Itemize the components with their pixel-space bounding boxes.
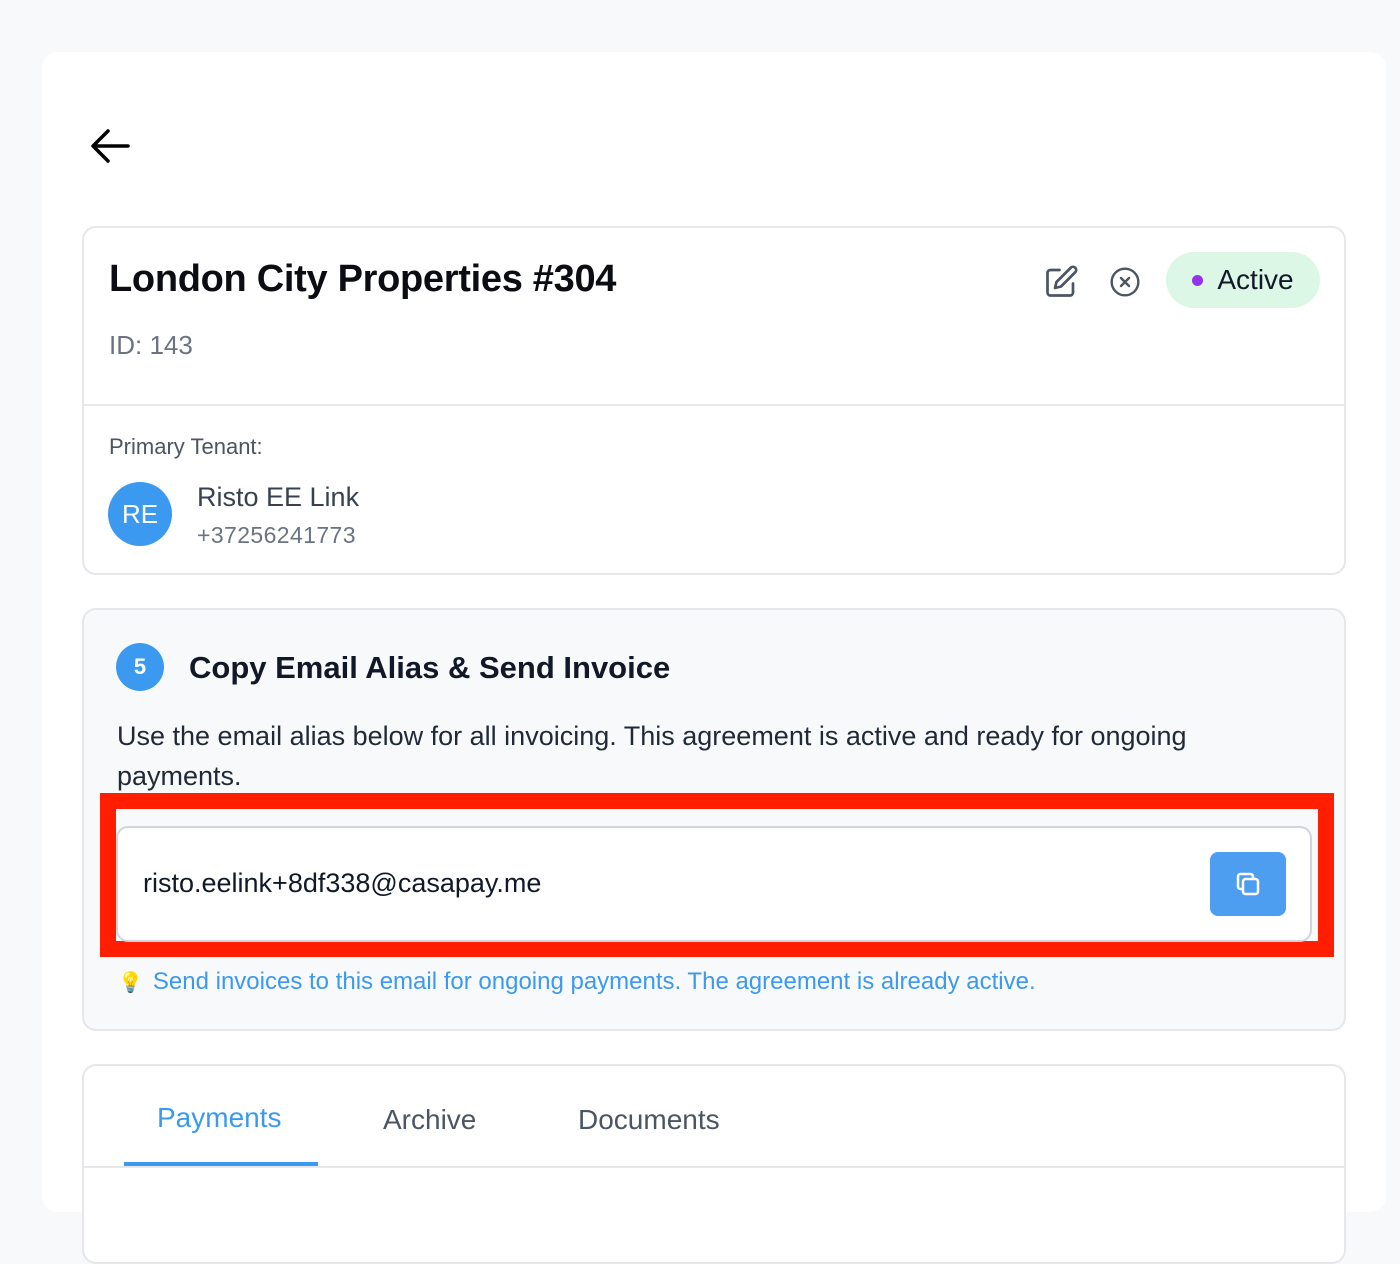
- tenant-phone: +37256241773: [197, 522, 356, 548]
- tab-documents[interactable]: Documents: [578, 1104, 720, 1136]
- copy-icon: [1236, 872, 1260, 896]
- email-alias-field[interactable]: risto.eelink+8df338@casapay.me: [116, 826, 1312, 942]
- arrow-left-icon: [91, 129, 130, 163]
- primary-tenant-label: Primary Tenant:: [109, 434, 263, 459]
- record-id: ID: 143: [109, 330, 193, 360]
- status-dot: [1192, 274, 1204, 286]
- hint-text: Send invoices to this email for ongoing …: [152, 968, 1036, 995]
- tab-archive[interactable]: Archive: [383, 1104, 476, 1136]
- active-tab-indicator: [124, 1162, 318, 1166]
- cancel-icon: [1110, 267, 1140, 297]
- edit-icon: [1046, 265, 1078, 297]
- page-title: London City Properties #304: [109, 258, 617, 300]
- status-badge: Active: [1166, 252, 1320, 308]
- status-label: Active: [1217, 264, 1294, 295]
- lightbulb-icon: 💡: [118, 971, 143, 994]
- cancel-button[interactable]: [1103, 260, 1147, 304]
- edit-button[interactable]: [1039, 260, 1083, 304]
- avatar: RE: [108, 482, 172, 546]
- step-description: Use the email alias below for all invoic…: [117, 721, 1187, 791]
- hint-text-row: 💡 Send invoices to this email for ongoin…: [118, 968, 1036, 996]
- page-container: London City Properties #304 ID: 143 Acti…: [42, 52, 1386, 1264]
- agreement-header-card: London City Properties #304 ID: 143 Acti…: [82, 226, 1346, 575]
- step-number-badge: 5: [116, 643, 164, 691]
- tab-payments[interactable]: Payments: [157, 1102, 282, 1134]
- step-title: Copy Email Alias & Send Invoice: [189, 650, 671, 685]
- copy-button[interactable]: [1210, 852, 1286, 916]
- back-button[interactable]: [86, 124, 134, 168]
- tabs-divider: [84, 1166, 1344, 1168]
- email-alias-card: 5 Copy Email Alias & Send Invoice Use th…: [82, 608, 1346, 1031]
- tabs-card: Payments Archive Documents: [82, 1064, 1346, 1264]
- divider: [84, 404, 1344, 406]
- tenant-name: Risto EE Link: [197, 482, 360, 512]
- email-alias-value[interactable]: risto.eelink+8df338@casapay.me: [143, 868, 541, 899]
